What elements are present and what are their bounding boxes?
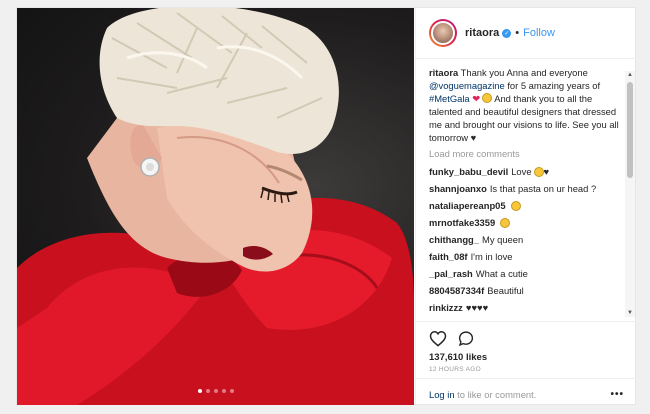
comment-item: shannjoanxo Is that pasta on ur head ? xyxy=(429,181,627,196)
comment-username[interactable]: chithangg_ xyxy=(429,233,479,246)
caption-text-2: for 5 amazing years of xyxy=(504,80,601,91)
post-actions: 137,610 likes 12 HOURS AGO xyxy=(416,321,637,373)
caption-mention-link[interactable]: @voguemagazine xyxy=(429,80,505,91)
post-timestamp[interactable]: 12 HOURS AGO xyxy=(429,366,624,373)
post-header: ritaora ✓ • Follow xyxy=(416,8,637,59)
comment-text: Beautiful xyxy=(487,285,524,296)
comment-text: Love xyxy=(511,166,532,177)
comment-item: nataliapereanp05 xyxy=(429,198,627,213)
scroll-down-arrow-icon[interactable]: ▼ xyxy=(625,309,635,317)
comment-username[interactable]: rinkizzz xyxy=(429,301,463,314)
carousel-dot[interactable] xyxy=(197,389,202,393)
comment-username[interactable]: nataliapereanp05 xyxy=(429,199,506,212)
comment-item: rinkizzz ♥♥♥♥ xyxy=(429,300,627,314)
verified-badge-icon: ✓ xyxy=(502,28,512,38)
comment-item: funky_babu_devil Love ♥ xyxy=(429,164,627,179)
photo-illustration xyxy=(17,8,414,405)
comment-username[interactable]: mrnotfake3359 xyxy=(429,216,495,229)
caption-username[interactable]: ritaora xyxy=(429,67,458,78)
comment-item: _pal_rash What a cutie xyxy=(429,266,627,281)
login-prompt: Log in to like or comment. ••• xyxy=(416,378,637,400)
comment-item: mrnotfake3359 xyxy=(429,215,627,230)
login-prompt-text: to like or comment. xyxy=(454,389,537,400)
carousel-dot[interactable] xyxy=(229,389,234,393)
carousel-dot[interactable] xyxy=(213,389,218,393)
smirk-emoji-icon xyxy=(500,217,511,228)
carousel-dot[interactable] xyxy=(221,389,226,393)
comment-username[interactable]: shannjoanxo xyxy=(429,182,487,195)
comment-text: I'm in love xyxy=(470,251,513,262)
post-caption: ritaora Thank you Anna and everyone @vog… xyxy=(429,66,627,144)
comments-scrollbar[interactable]: ▲ ▼ xyxy=(625,71,635,317)
comment-text: Is that pasta on ur head ? xyxy=(489,183,597,194)
login-link[interactable]: Log in xyxy=(429,389,455,400)
post-photo[interactable] xyxy=(17,8,414,405)
comment-username[interactable]: faith_08f xyxy=(429,250,468,263)
comment-text: ♥♥♥♥ xyxy=(465,302,489,313)
caption-hashtag-link[interactable]: #MetGala xyxy=(429,93,470,104)
comment-text: What a cutie xyxy=(475,268,528,279)
comment-username[interactable]: funky_babu_devil xyxy=(429,165,508,178)
avatar[interactable] xyxy=(429,19,457,47)
instagram-post-embed: ritaora ✓ • Follow ritaora Thank you Ann… xyxy=(16,7,637,405)
caption-text-1: Thank you Anna and everyone xyxy=(460,67,588,78)
laughing-emoji-icon xyxy=(533,166,544,177)
comment-bubble-icon[interactable] xyxy=(457,330,475,347)
header-separator: • xyxy=(515,27,520,39)
comment-item: chithangg_ My queen xyxy=(429,232,627,247)
scrollbar-thumb[interactable] xyxy=(627,82,633,178)
carousel-dot[interactable] xyxy=(205,389,210,393)
likes-count[interactable]: 137,610 likes xyxy=(429,352,624,363)
heart-outline-icon[interactable] xyxy=(429,330,447,347)
more-options-icon[interactable]: ••• xyxy=(610,389,624,400)
red-heart-emoji-icon: ❤ xyxy=(472,93,481,104)
carousel-indicator xyxy=(17,389,414,393)
load-more-comments-button[interactable]: Load more comments xyxy=(429,147,627,160)
comment-text: My queen xyxy=(482,234,524,245)
author-username[interactable]: ritaora xyxy=(465,27,499,39)
grinning-emoji-icon xyxy=(510,200,521,211)
comment-item: 8804587334f Beautiful xyxy=(429,283,627,298)
post-sidebar: ritaora ✓ • Follow ritaora Thank you Ann… xyxy=(415,8,637,405)
comment-item: faith_08f I'm in love xyxy=(429,249,627,264)
comment-username[interactable]: 8804587334f xyxy=(429,284,484,297)
black-heart-emoji-icon: ♥ xyxy=(543,166,550,177)
smile-emoji-icon xyxy=(482,93,493,103)
follow-button[interactable]: Follow xyxy=(523,27,555,39)
comments-list: ritaora Thank you Anna and everyone @vog… xyxy=(429,66,627,314)
scroll-up-arrow-icon[interactable]: ▲ xyxy=(625,71,635,79)
comment-username[interactable]: _pal_rash xyxy=(429,267,473,280)
